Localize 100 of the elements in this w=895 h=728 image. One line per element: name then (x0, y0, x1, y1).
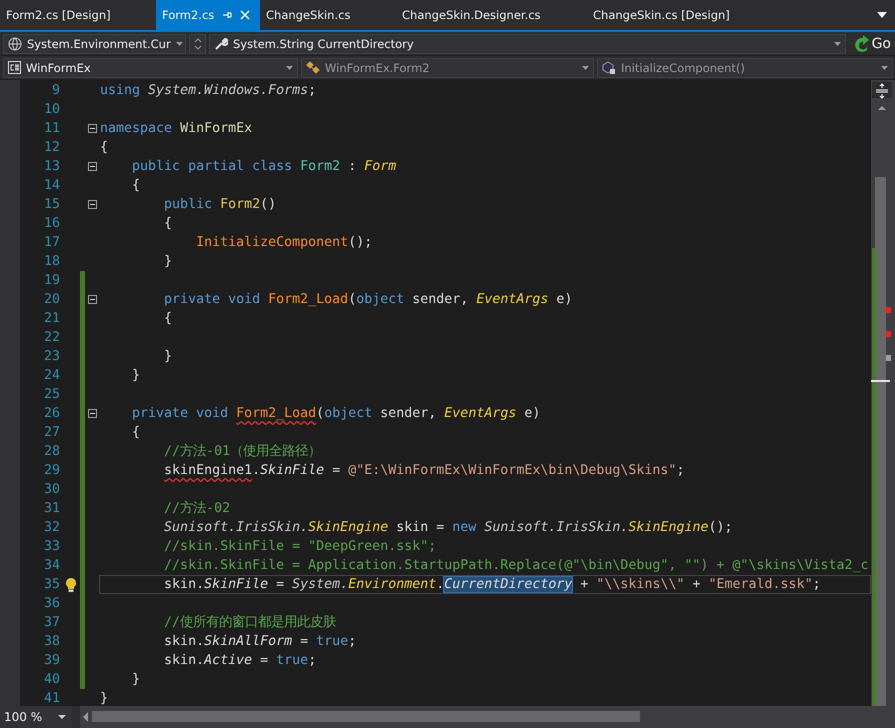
code-token: EventArgs (476, 292, 548, 307)
code-token: } (132, 672, 140, 687)
code-token: InitializeComponent (196, 235, 348, 250)
line-number: 27 (42, 424, 61, 442)
keyword: private void (164, 292, 262, 307)
code-file-icon (8, 61, 21, 74)
line-number: 15 (42, 196, 61, 214)
collapse-icon[interactable] (88, 409, 96, 418)
code-token: ( (348, 292, 356, 307)
zoom-dropdown[interactable]: 100 % (0, 706, 72, 728)
code-token: (); (348, 235, 372, 250)
code-token: Form2 (220, 197, 260, 212)
code-comment: //方法-01（使用全路径） (164, 444, 322, 459)
line-number: 41 (42, 690, 61, 706)
line-number: 26 (42, 405, 61, 423)
code-token: Sunisoft.IrisSkin. (484, 520, 628, 535)
code-token: : (348, 159, 358, 174)
code-token: skin = (396, 520, 446, 535)
horizontal-scrollbar[interactable] (80, 706, 895, 728)
line-number: 9 (50, 82, 61, 100)
line-number: 11 (42, 120, 61, 138)
code-token: ; (348, 634, 356, 649)
code-token: EventArgs (444, 406, 516, 421)
vertical-scrollbar[interactable] (871, 80, 895, 709)
line-number: 10 (42, 101, 61, 119)
go-button[interactable]: Go (848, 34, 893, 52)
line-number: 37 (42, 614, 61, 632)
navigation-dropdown[interactable]: WinFormEx (3, 58, 298, 78)
code-token: = (276, 577, 286, 592)
line-number: 39 (42, 652, 61, 670)
code-token: { (132, 178, 140, 193)
code-token: ; (812, 577, 821, 592)
keyword: using (100, 83, 142, 98)
collapse-icon[interactable] (88, 162, 96, 171)
caret-icon (176, 42, 183, 46)
code-token: Active (204, 653, 252, 668)
collapse-icon[interactable] (88, 124, 96, 133)
keyword: public (164, 197, 214, 212)
line-number: 29 (42, 462, 61, 480)
document-tab[interactable]: Form2.cs [Design] (0, 0, 156, 30)
caret-icon (834, 42, 841, 46)
lightbulb-icon[interactable] (65, 576, 77, 592)
line-number: 40 (42, 671, 61, 689)
pin-icon[interactable] (222, 10, 232, 20)
document-tab[interactable]: Form2.cs (156, 0, 260, 30)
code-token: () (260, 197, 276, 212)
code-token: { (164, 216, 172, 231)
line-number: 16 (42, 215, 61, 233)
string-literal: "\\skins\\" (596, 577, 684, 592)
line-number: 25 (42, 386, 61, 404)
code-token: ; (308, 653, 316, 668)
code-token: Form2 (300, 159, 340, 174)
code-token: CurrentDirectory (444, 577, 572, 592)
keyword: public partial class (132, 159, 294, 174)
collapse-icon[interactable] (88, 295, 96, 304)
caret-icon (881, 66, 888, 70)
code-token: Form2_Load (268, 292, 348, 307)
code-token: SkinEngine (628, 520, 708, 535)
method-icon (602, 60, 616, 74)
document-tab[interactable]: ChangeSkin.cs (260, 0, 396, 30)
document-tab[interactable]: ChangeSkin.cs [Design] (587, 0, 777, 30)
line-number: 20 (42, 291, 61, 309)
code-token: + (692, 577, 702, 592)
code-token: sender, (380, 406, 438, 421)
code-token: SkinFile (260, 463, 324, 478)
code-token: skin. (164, 577, 204, 592)
navigation-dropdown[interactable]: System.Environment.Cur (3, 34, 186, 54)
code-token: SkinEngine (308, 520, 388, 535)
code-token: { (164, 311, 172, 326)
line-number: 22 (42, 329, 61, 347)
caret-icon (286, 66, 293, 70)
line-number: 35 (42, 576, 61, 594)
code-token: ( (316, 406, 324, 421)
caret-icon[interactable] (877, 12, 887, 18)
code-token: skinEngine1 (164, 463, 252, 478)
code-token: skin. (164, 634, 204, 649)
string-literal: "Emerald.ssk" (708, 577, 813, 592)
code-token: System. (292, 577, 348, 592)
line-number: 38 (42, 633, 61, 651)
code-token: Environment (348, 577, 436, 592)
code-token: = (332, 463, 342, 478)
code-token: } (100, 691, 108, 706)
keyword: object (356, 292, 404, 307)
collapse-icon[interactable] (88, 200, 96, 209)
code-comment: //skin.SkinFile = Application.StartupPath.Replace(@"\bin\Debug", "") + @"\skins\Vista2_c (164, 558, 869, 573)
code-token: { (100, 140, 108, 155)
code-token: = (300, 634, 310, 649)
document-tab[interactable]: ChangeSkin.Designer.cs (396, 0, 587, 30)
navigation-dropdown[interactable]: System.String CurrentDirectory (209, 34, 846, 54)
line-number: 19 (42, 272, 61, 290)
line-number: 32 (42, 519, 61, 537)
keyword: true (316, 634, 348, 649)
caret-icon (582, 66, 589, 70)
close-icon[interactable] (240, 10, 250, 20)
line-number: 21 (42, 310, 61, 328)
code-token: ; (308, 83, 316, 98)
code-comment: //skin.SkinFile = "DeepGreen.ssk"; (164, 539, 436, 554)
code-token: e) (524, 406, 540, 421)
code-token: Sunisoft.IrisSkin. (164, 520, 308, 535)
spin-buttons[interactable] (189, 34, 206, 54)
